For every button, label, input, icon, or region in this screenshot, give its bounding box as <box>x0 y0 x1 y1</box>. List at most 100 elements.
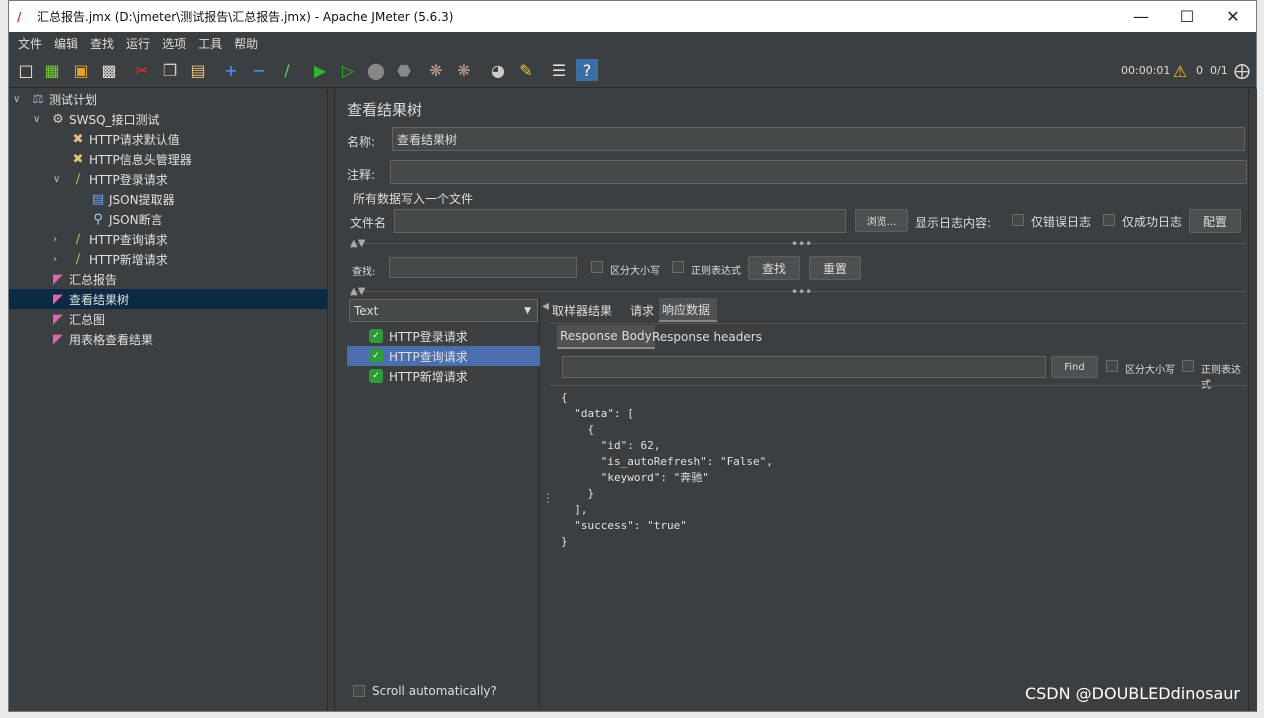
menu-run[interactable]: 运行 <box>120 35 156 52</box>
copy-icon[interactable]: ❐ <box>159 59 181 81</box>
browse-button[interactable]: 浏览... <box>855 209 908 232</box>
chevron-right-icon[interactable]: › <box>53 234 57 245</box>
minimize-button[interactable]: — <box>1118 1 1164 32</box>
menu-options[interactable]: 选项 <box>156 35 192 52</box>
tab-response-headers[interactable]: Response headers <box>649 325 765 349</box>
file-group-label: 所有数据写入一个文件 <box>353 192 474 206</box>
collapse-arrows[interactable]: ▲▼ <box>350 286 365 297</box>
errors-only-checkbox[interactable] <box>1012 214 1024 226</box>
find-regex-label: 正则表达式 <box>1201 365 1241 391</box>
pipette-icon: ∕ <box>75 251 81 267</box>
search-button[interactable]: 查找 <box>748 256 800 280</box>
clear-all-icon[interactable]: ❋ <box>453 59 475 81</box>
tree-node-add-request[interactable]: ∕ HTTP新增请求 <box>69 249 168 269</box>
start-no-pause-icon[interactable]: ▷ <box>337 59 359 81</box>
drag-handle[interactable]: ••• <box>791 285 812 299</box>
clear-icon[interactable]: ❋ <box>425 59 447 81</box>
tree-node-results-tree[interactable]: ◤ 查看结果树 <box>9 289 327 309</box>
shield-check-icon: ✓ <box>369 369 383 383</box>
tab-sampler-result[interactable]: 取样器结果 <box>549 298 625 322</box>
search-input[interactable] <box>389 257 577 278</box>
help-icon[interactable]: ? <box>576 59 598 81</box>
chevron-down-icon[interactable]: ∨ <box>53 174 60 185</box>
drag-handle[interactable]: ••• <box>791 237 812 251</box>
toggle-icon[interactable]: ∕ <box>276 59 298 81</box>
new-icon[interactable]: □ <box>15 59 37 81</box>
name-input[interactable]: 查看结果树 <box>392 127 1245 151</box>
sample-item-selected[interactable]: ✓ HTTP查询请求 <box>347 346 540 366</box>
find-button[interactable]: Find <box>1051 356 1098 378</box>
chevron-down-icon[interactable]: ∨ <box>13 94 20 105</box>
configure-button[interactable]: 配置 <box>1189 209 1241 233</box>
tab-response-data[interactable]: 响应数据 <box>659 298 717 322</box>
menu-file[interactable]: 文件 <box>12 35 48 52</box>
tree-node-table-results[interactable]: ◤ 用表格查看结果 <box>49 329 153 349</box>
regex-checkbox[interactable] <box>672 261 684 273</box>
gear-icon: ⚙ <box>52 111 64 127</box>
save-icon[interactable]: ▩ <box>98 59 120 81</box>
tree-node-json-assertion[interactable]: ⚲ JSON断言 <box>89 209 162 229</box>
success-only-checkbox[interactable] <box>1103 214 1115 226</box>
tree-node-summary-graph[interactable]: ◤ 汇总图 <box>49 309 105 329</box>
warning-icon[interactable]: ⚠ <box>1169 60 1191 82</box>
maximize-button[interactable]: ☐ <box>1164 1 1210 32</box>
shutdown-icon[interactable]: ⬣ <box>393 59 415 81</box>
menu-search[interactable]: 查找 <box>84 35 120 52</box>
paste-icon[interactable]: ▤ <box>187 59 209 81</box>
chart-icon: ◤ <box>53 311 63 327</box>
cut-icon[interactable]: ✂ <box>131 59 153 81</box>
tree-node-thread-group[interactable]: ⚙ SWSQ_接口测试 <box>49 109 159 129</box>
tab-request[interactable]: 请求 <box>627 298 657 322</box>
tree-node-http-defaults[interactable]: ✖ HTTP请求默认值 <box>69 129 180 149</box>
remote-icon[interactable]: ⨁ <box>1231 59 1253 81</box>
log-content-label: 显示日志内容: <box>915 216 992 230</box>
name-label: 名称: <box>347 135 376 149</box>
response-body-text[interactable]: { "data": [ { "id": 62, "is_autoRefresh"… <box>561 390 773 550</box>
renderer-select[interactable]: Text ▼ <box>349 299 538 322</box>
find-input[interactable] <box>562 356 1046 378</box>
chevron-down-icon[interactable]: ∨ <box>33 114 40 125</box>
wrench-icon: ✖ <box>72 151 84 167</box>
find-regex-checkbox[interactable] <box>1182 360 1194 372</box>
collapse-icon[interactable]: − <box>248 59 270 81</box>
close-button[interactable]: ✕ <box>1210 1 1256 32</box>
menu-help[interactable]: 帮助 <box>228 35 264 52</box>
tree-node-test-plan[interactable]: ⚖ 测试计划 <box>29 89 97 109</box>
broom-icon[interactable]: ✎ <box>515 59 537 81</box>
binoculars-icon[interactable]: ◕ <box>487 59 509 81</box>
tab-response-body[interactable]: Response Body <box>557 325 655 349</box>
start-icon[interactable]: ▶ <box>309 59 331 81</box>
tree-node-login-request[interactable]: ∕ HTTP登录请求 <box>69 169 168 189</box>
filename-input[interactable] <box>394 209 846 233</box>
menu-edit[interactable]: 编辑 <box>48 35 84 52</box>
chart-icon: ◤ <box>53 331 63 347</box>
function-helper-icon[interactable]: ☰ <box>548 59 570 81</box>
scroll-auto-checkbox[interactable] <box>353 685 365 697</box>
tree-node-summary-report[interactable]: ◤ 汇总报告 <box>49 269 117 289</box>
templates-icon[interactable]: ▦ <box>41 59 63 81</box>
sample-item[interactable]: ✓ HTTP登录请求 <box>347 326 540 346</box>
split-pane-divider[interactable] <box>327 89 335 711</box>
tree-node-header-manager[interactable]: ✖ HTTP信息头管理器 <box>69 149 192 169</box>
expand-icon[interactable]: + <box>220 59 242 81</box>
case-sensitive-checkbox[interactable] <box>591 261 603 273</box>
collapse-arrows[interactable]: ▲▼ <box>350 238 365 249</box>
vertical-scrollbar[interactable] <box>1248 89 1257 711</box>
sample-item[interactable]: ✓ HTTP新增请求 <box>347 366 540 386</box>
elapsed-timer: 00:00:01 <box>1121 64 1171 77</box>
stop-icon[interactable]: ⬤ <box>365 59 387 81</box>
thread-count: 0/1 <box>1210 64 1228 77</box>
watermark: CSDN @DOUBLEDdinosaur <box>1024 684 1240 703</box>
chevron-right-icon[interactable]: › <box>53 254 57 265</box>
errors-only-label: 仅错误日志 <box>1031 215 1092 229</box>
reset-button[interactable]: 重置 <box>809 256 861 280</box>
tree-node-query-request[interactable]: ∕ HTTP查询请求 <box>69 229 168 249</box>
open-icon[interactable]: ▣ <box>70 59 92 81</box>
response-panel: 取样器结果 请求 响应数据 Response Body Response hea… <box>549 298 1247 709</box>
chart-icon: ◤ <box>53 271 63 287</box>
shield-check-icon: ✓ <box>369 349 383 363</box>
comment-input[interactable] <box>390 160 1247 184</box>
find-case-checkbox[interactable] <box>1106 360 1118 372</box>
tree-node-json-extractor[interactable]: ▤ JSON提取器 <box>89 189 175 209</box>
menu-tools[interactable]: 工具 <box>192 35 228 52</box>
